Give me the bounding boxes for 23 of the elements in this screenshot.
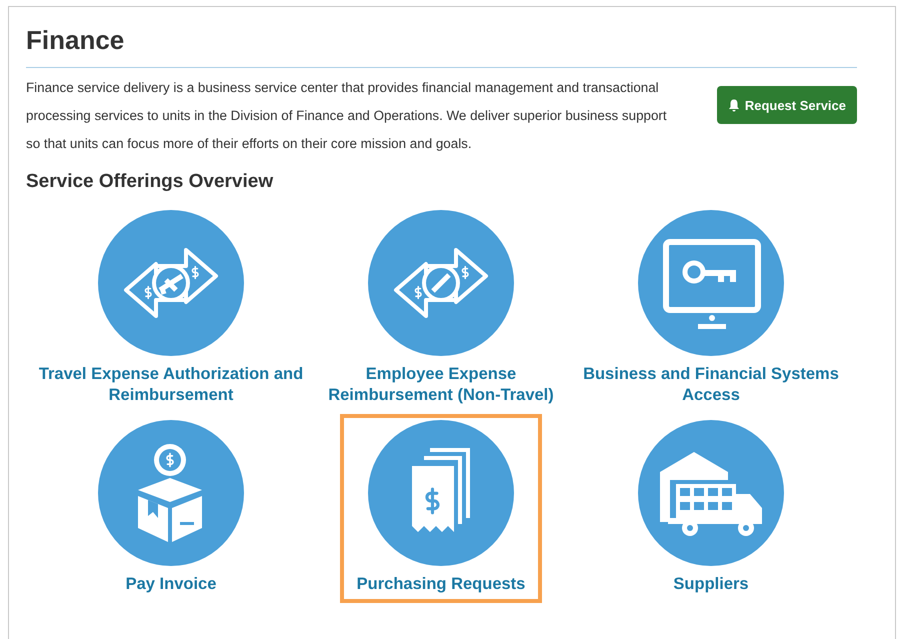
- service-label: Business and Financial Systems Access: [582, 364, 840, 406]
- service-link[interactable]: Purchasing Requests: [340, 414, 542, 603]
- arrows-plane-icon: [98, 210, 244, 356]
- receipt-stack-icon: [368, 420, 514, 566]
- bell-icon: [728, 98, 740, 112]
- box-coin-icon: [98, 420, 244, 566]
- service-label: Pay Invoice: [124, 574, 218, 595]
- monitor-key-icon: [638, 210, 784, 356]
- service-link[interactable]: Employee Expense Reimbursement (Non-Travel): [306, 204, 576, 414]
- service-link[interactable]: Travel Expense Authorization and Reimbursement: [36, 204, 306, 414]
- request-service-button[interactable]: Request Service: [716, 86, 857, 124]
- truck-warehouse-icon: [638, 420, 784, 566]
- service-link[interactable]: Suppliers: [576, 414, 846, 603]
- intro-paragraph: Finance service delivery is a business service center that provides financial management and transactional processing services to units in the Division of Finance and Operations. We deliver superior business support so that units can focus more of their efforts on their core mission and goals.: [26, 79, 668, 153]
- service-link[interactable]: Business and Financial Systems Access: [576, 204, 846, 414]
- service-label: Travel Expense Authorization and Reimbursement: [38, 364, 304, 406]
- section-heading: Service Offerings Overview: [26, 170, 274, 194]
- service-link[interactable]: Pay Invoice: [36, 414, 306, 603]
- service-label: Purchasing Requests: [356, 574, 526, 595]
- service-label: Suppliers: [672, 574, 750, 595]
- arrows-pencil-icon: [368, 210, 514, 356]
- page-title: Finance: [26, 25, 857, 68]
- service-label: Employee Expense Reimbursement (Non-Travel): [327, 364, 555, 406]
